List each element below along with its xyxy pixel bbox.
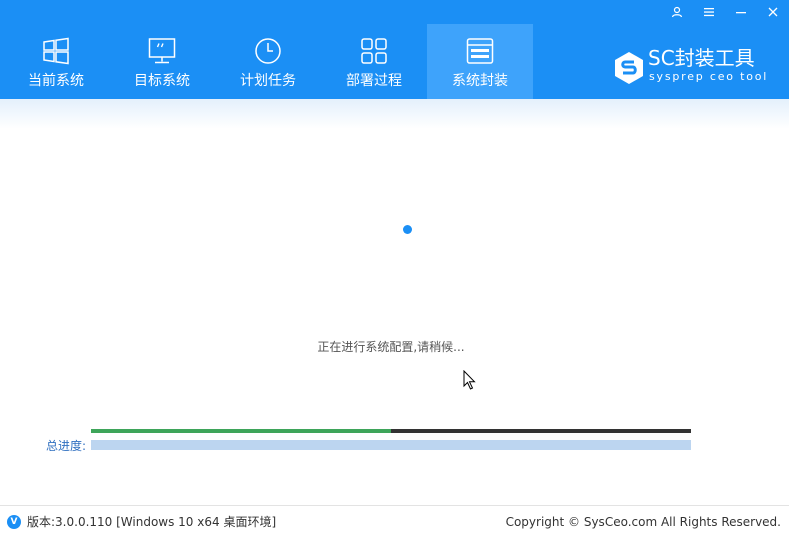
logo-icon [615, 52, 643, 84]
windows-icon [43, 37, 69, 65]
tab-label: 目标系统 [134, 73, 190, 89]
user-icon[interactable] [661, 0, 693, 24]
version-text: 版本:3.0.0.110 [Windows 10 x64 桌面环境] [27, 515, 277, 529]
window-controls [661, 0, 789, 24]
package-icon [466, 38, 494, 64]
brand-title: SC封装工具 [648, 46, 755, 70]
status-bar: V 版本:3.0.0.110 [Windows 10 x64 桌面环境] Cop… [0, 505, 789, 539]
status-text: 正在进行系统配置,请稍候... [317, 340, 465, 354]
close-icon[interactable] [757, 0, 789, 24]
app-window: 当前系统 目标系统 计划任务 部署过程 系统封装 SC封装工具 sysprep … [0, 0, 789, 539]
brand-subtitle: sysprep ceo tool [649, 70, 769, 83]
grid-icon [361, 38, 387, 64]
step-progress-bar [91, 429, 691, 433]
header-fade [0, 99, 789, 129]
minimize-icon[interactable] [725, 0, 757, 24]
header-bar: 当前系统 目标系统 计划任务 部署过程 系统封装 SC封装工具 sysprep … [0, 0, 789, 99]
loading-spinner-icon [403, 225, 412, 234]
tab-scheduled-tasks[interactable]: 计划任务 [215, 24, 321, 99]
tab-current-system[interactable]: 当前系统 [3, 24, 109, 99]
version-badge-icon: V [7, 515, 21, 529]
mouse-cursor-icon [463, 370, 476, 390]
tab-label: 当前系统 [28, 73, 84, 89]
clock-icon [255, 38, 281, 64]
total-progress-label: 总进度: [46, 439, 87, 453]
tab-system-package[interactable]: 系统封装 [427, 24, 533, 99]
tab-label: 部署过程 [346, 73, 402, 89]
total-progress-bar [91, 440, 691, 450]
step-progress-fill [91, 429, 391, 433]
main-tabs: 当前系统 目标系统 计划任务 部署过程 系统封装 [3, 24, 533, 99]
brand: SC封装工具 sysprep ceo tool [612, 46, 782, 86]
tab-label: 计划任务 [240, 73, 296, 89]
tab-deploy-process[interactable]: 部署过程 [321, 24, 427, 99]
tab-label: 系统封装 [452, 73, 508, 89]
tab-target-system[interactable]: 目标系统 [109, 24, 215, 99]
copyright-text: Copyright © SysCeo.com All Rights Reserv… [505, 515, 781, 529]
monitor-icon [148, 38, 176, 64]
menu-icon[interactable] [693, 0, 725, 24]
